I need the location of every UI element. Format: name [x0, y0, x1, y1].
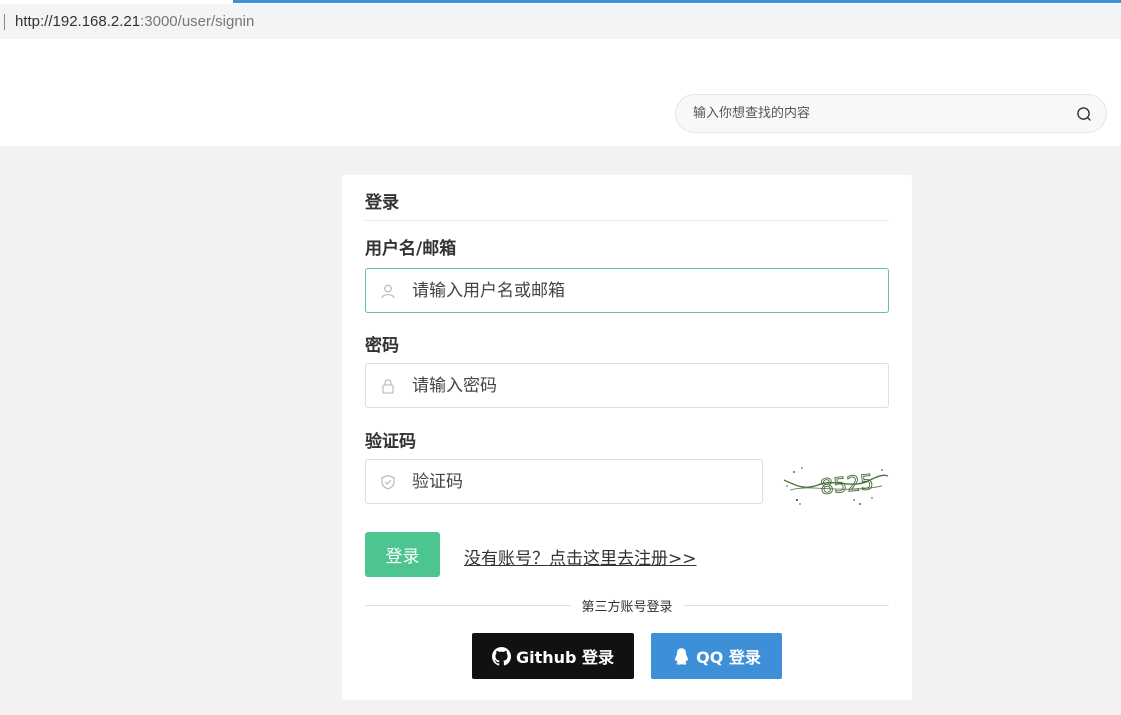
captcha-input[interactable] [412, 471, 762, 492]
site-header [0, 39, 1121, 146]
card-title: 登录 [365, 193, 399, 213]
github-icon [491, 646, 511, 666]
search-input[interactable] [693, 106, 1076, 121]
password-input[interactable] [412, 375, 888, 396]
login-button[interactable]: 登录 [365, 532, 440, 577]
search-box[interactable] [675, 94, 1107, 133]
search-icon[interactable] [1076, 106, 1092, 122]
qq-penguin-icon [675, 647, 689, 665]
login-card: 登录 用户名/邮箱 密码 验证码 [342, 175, 912, 700]
url-path: :3000/user/signin [140, 13, 255, 30]
captcha-image[interactable]: 8525 [782, 460, 890, 508]
github-button-label: Github 登录 [515, 648, 615, 667]
third-party-divider: 第三方账号登录 [365, 597, 890, 615]
username-label: 用户名/邮箱 [365, 239, 457, 259]
register-link[interactable]: 没有账号？点击这里去注册>> [464, 544, 697, 569]
password-field[interactable] [365, 363, 889, 408]
github-login-button[interactable]: Github 登录 [472, 633, 634, 679]
browser-progress-line [233, 0, 1121, 3]
url-host: http://192.168.2.21 [15, 13, 141, 30]
password-label: 密码 [365, 336, 399, 356]
captcha-field[interactable] [365, 459, 763, 504]
qq-login-button[interactable]: QQ 登录 [651, 633, 782, 679]
main-content: 登录 用户名/邮箱 密码 验证码 [0, 146, 1121, 715]
text-caret [4, 13, 5, 30]
captcha-label: 验证码 [365, 432, 416, 452]
lock-icon [382, 378, 394, 394]
third-party-label: 第三方账号登录 [581, 599, 673, 615]
username-field[interactable] [365, 268, 889, 313]
address-bar[interactable]: http://192.168.2.21:3000/user/signin [0, 4, 1121, 39]
divider-line-left [365, 604, 571, 606]
username-input[interactable] [412, 280, 888, 301]
captcha-text: 8525 [819, 470, 875, 499]
shield-icon [381, 474, 395, 489]
divider-line-right [683, 604, 890, 606]
title-divider [365, 220, 889, 221]
user-icon [381, 284, 395, 298]
qq-button-label: QQ 登录 [696, 648, 761, 667]
